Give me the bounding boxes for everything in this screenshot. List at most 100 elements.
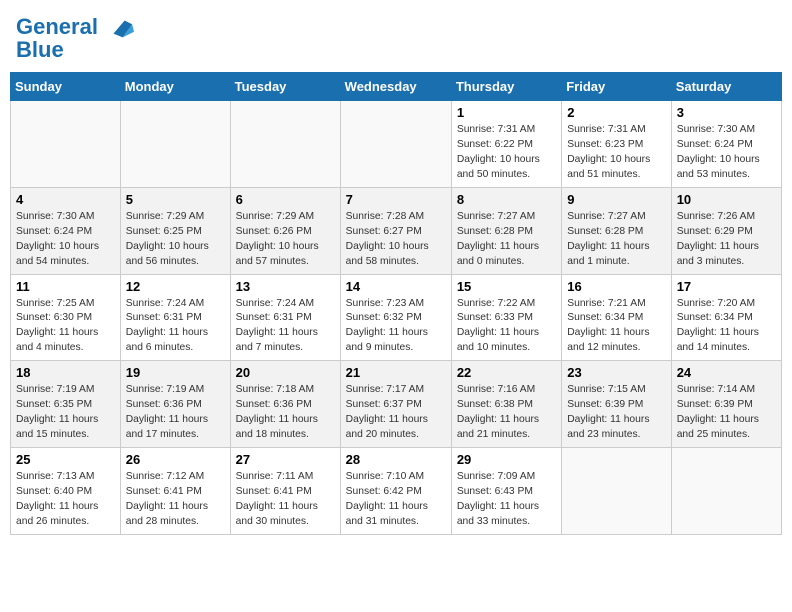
calendar-day-cell: 15 Sunrise: 7:22 AM Sunset: 6:33 PM Dayli…: [451, 274, 561, 361]
calendar-day-cell: 2 Sunrise: 7:31 AM Sunset: 6:23 PM Daylig…: [562, 101, 671, 188]
day-info: Sunrise: 7:10 AM Sunset: 6:42 PM Dayligh…: [346, 470, 446, 530]
day-number: 13: [236, 279, 335, 294]
day-number: 21: [346, 365, 446, 380]
day-info: Sunrise: 7:28 AM Sunset: 6:27 PM Dayligh…: [346, 210, 446, 270]
day-of-week-header: Friday: [562, 73, 671, 101]
day-info: Sunrise: 7:24 AM Sunset: 6:31 PM Dayligh…: [126, 297, 225, 357]
calendar-day-cell: 13 Sunrise: 7:24 AM Sunset: 6:31 PM Dayli…: [230, 274, 340, 361]
calendar-day-cell: 8Sunrise: 7:27 AM Sunset: 6:28 PM Daylig…: [451, 187, 561, 274]
calendar-day-cell: [671, 447, 781, 534]
day-info: Sunrise: 7:27 AM Sunset: 6:28 PM Dayligh…: [567, 210, 665, 270]
day-number: 27: [236, 452, 335, 467]
day-number: 23: [567, 365, 665, 380]
day-info: Sunrise: 7:29 AM Sunset: 6:25 PM Dayligh…: [126, 210, 225, 270]
page-header: General Blue: [10, 10, 782, 66]
day-of-week-header: Monday: [120, 73, 230, 101]
day-info: Sunrise: 7:18 AM Sunset: 6:36 PM Dayligh…: [236, 383, 335, 443]
day-info: Sunrise: 7:15 AM Sunset: 6:39 PM Dayligh…: [567, 383, 665, 443]
day-of-week-header: Wednesday: [340, 73, 451, 101]
logo: General Blue: [16, 14, 134, 62]
calendar-day-cell: 9 Sunrise: 7:27 AM Sunset: 6:28 PM Daylig…: [562, 187, 671, 274]
calendar-week-row: 18 Sunrise: 7:19 AM Sunset: 6:35 PM Dayli…: [11, 361, 782, 448]
calendar-day-cell: 28 Sunrise: 7:10 AM Sunset: 6:42 PM Dayli…: [340, 447, 451, 534]
calendar-week-row: 25 Sunrise: 7:13 AM Sunset: 6:40 PM Dayli…: [11, 447, 782, 534]
day-number: 25: [16, 452, 115, 467]
day-info: Sunrise: 7:11 AM Sunset: 6:41 PM Dayligh…: [236, 470, 335, 530]
day-info: Sunrise: 7:29 AM Sunset: 6:26 PM Dayligh…: [236, 210, 335, 270]
day-info: Sunrise: 7:22 AM Sunset: 6:33 PM Dayligh…: [457, 297, 556, 357]
calendar-day-cell: 18 Sunrise: 7:19 AM Sunset: 6:35 PM Dayli…: [11, 361, 121, 448]
day-number: 3: [677, 105, 776, 120]
calendar-day-cell: [562, 447, 671, 534]
calendar-day-cell: 4 Sunrise: 7:30 AM Sunset: 6:24 PM Daylig…: [11, 187, 121, 274]
day-number: 14: [346, 279, 446, 294]
calendar-day-cell: 16 Sunrise: 7:21 AM Sunset: 6:34 PM Dayli…: [562, 274, 671, 361]
day-number: 11: [16, 279, 115, 294]
calendar-day-cell: [230, 101, 340, 188]
day-info: Sunrise: 7:19 AM Sunset: 6:36 PM Dayligh…: [126, 383, 225, 443]
day-number: 28: [346, 452, 446, 467]
calendar-day-cell: 3 Sunrise: 7:30 AM Sunset: 6:24 PM Daylig…: [671, 101, 781, 188]
day-number: 12: [126, 279, 225, 294]
calendar-day-cell: [120, 101, 230, 188]
calendar-day-cell: 5 Sunrise: 7:29 AM Sunset: 6:25 PM Daylig…: [120, 187, 230, 274]
day-info: Sunrise: 7:17 AM Sunset: 6:37 PM Dayligh…: [346, 383, 446, 443]
day-number: 2: [567, 105, 665, 120]
calendar-day-cell: 23 Sunrise: 7:15 AM Sunset: 6:39 PM Dayli…: [562, 361, 671, 448]
day-info: Sunrise: 7:13 AM Sunset: 6:40 PM Dayligh…: [16, 470, 115, 530]
day-info: Sunrise: 7:23 AM Sunset: 6:32 PM Dayligh…: [346, 297, 446, 357]
day-info: Sunrise: 7:27 AM Sunset: 6:28 PM Dayligh…: [457, 210, 556, 270]
calendar-day-cell: 11 Sunrise: 7:25 AM Sunset: 6:30 PM Dayli…: [11, 274, 121, 361]
calendar-day-cell: 1 Sunrise: 7:31 AM Sunset: 6:22 PM Daylig…: [451, 101, 561, 188]
day-number: 5: [126, 192, 225, 207]
day-info: Sunrise: 7:31 AM Sunset: 6:22 PM Dayligh…: [457, 123, 556, 183]
day-info: Sunrise: 7:14 AM Sunset: 6:39 PM Dayligh…: [677, 383, 776, 443]
day-number: 26: [126, 452, 225, 467]
day-number: 16: [567, 279, 665, 294]
day-number: 4: [16, 192, 115, 207]
day-number: 18: [16, 365, 115, 380]
day-info: Sunrise: 7:16 AM Sunset: 6:38 PM Dayligh…: [457, 383, 556, 443]
logo-bird-icon: [106, 14, 134, 42]
day-info: Sunrise: 7:25 AM Sunset: 6:30 PM Dayligh…: [16, 297, 115, 357]
calendar-table: SundayMondayTuesdayWednesdayThursdayFrid…: [10, 72, 782, 534]
calendar-day-cell: 10Sunrise: 7:26 AM Sunset: 6:29 PM Dayli…: [671, 187, 781, 274]
day-info: Sunrise: 7:21 AM Sunset: 6:34 PM Dayligh…: [567, 297, 665, 357]
calendar-day-cell: 24 Sunrise: 7:14 AM Sunset: 6:39 PM Dayli…: [671, 361, 781, 448]
calendar-day-cell: 21 Sunrise: 7:17 AM Sunset: 6:37 PM Dayli…: [340, 361, 451, 448]
calendar-day-cell: 12 Sunrise: 7:24 AM Sunset: 6:31 PM Dayli…: [120, 274, 230, 361]
day-number: 20: [236, 365, 335, 380]
day-number: 6: [236, 192, 335, 207]
calendar-day-cell: 14 Sunrise: 7:23 AM Sunset: 6:32 PM Dayli…: [340, 274, 451, 361]
calendar-day-cell: 6 Sunrise: 7:29 AM Sunset: 6:26 PM Daylig…: [230, 187, 340, 274]
day-of-week-header: Sunday: [11, 73, 121, 101]
day-info: Sunrise: 7:09 AM Sunset: 6:43 PM Dayligh…: [457, 470, 556, 530]
day-info: Sunrise: 7:20 AM Sunset: 6:34 PM Dayligh…: [677, 297, 776, 357]
day-number: 24: [677, 365, 776, 380]
calendar-header-row: SundayMondayTuesdayWednesdayThursdayFrid…: [11, 73, 782, 101]
calendar-day-cell: 25 Sunrise: 7:13 AM Sunset: 6:40 PM Dayli…: [11, 447, 121, 534]
day-info: Sunrise: 7:19 AM Sunset: 6:35 PM Dayligh…: [16, 383, 115, 443]
day-info: Sunrise: 7:12 AM Sunset: 6:41 PM Dayligh…: [126, 470, 225, 530]
day-of-week-header: Saturday: [671, 73, 781, 101]
calendar-day-cell: 19Sunrise: 7:19 AM Sunset: 6:36 PM Dayli…: [120, 361, 230, 448]
day-number: 15: [457, 279, 556, 294]
calendar-week-row: 4 Sunrise: 7:30 AM Sunset: 6:24 PM Daylig…: [11, 187, 782, 274]
calendar-day-cell: 7Sunrise: 7:28 AM Sunset: 6:27 PM Daylig…: [340, 187, 451, 274]
day-info: Sunrise: 7:24 AM Sunset: 6:31 PM Dayligh…: [236, 297, 335, 357]
calendar-day-cell: 20 Sunrise: 7:18 AM Sunset: 6:36 PM Dayli…: [230, 361, 340, 448]
calendar-day-cell: [11, 101, 121, 188]
day-info: Sunrise: 7:30 AM Sunset: 6:24 PM Dayligh…: [677, 123, 776, 183]
day-number: 9: [567, 192, 665, 207]
day-info: Sunrise: 7:31 AM Sunset: 6:23 PM Dayligh…: [567, 123, 665, 183]
day-number: 22: [457, 365, 556, 380]
day-of-week-header: Tuesday: [230, 73, 340, 101]
calendar-day-cell: 17 Sunrise: 7:20 AM Sunset: 6:34 PM Dayli…: [671, 274, 781, 361]
calendar-day-cell: 26 Sunrise: 7:12 AM Sunset: 6:41 PM Dayli…: [120, 447, 230, 534]
day-number: 17: [677, 279, 776, 294]
day-number: 10: [677, 192, 776, 207]
day-number: 29: [457, 452, 556, 467]
day-info: Sunrise: 7:30 AM Sunset: 6:24 PM Dayligh…: [16, 210, 115, 270]
day-number: 1: [457, 105, 556, 120]
calendar-day-cell: [340, 101, 451, 188]
